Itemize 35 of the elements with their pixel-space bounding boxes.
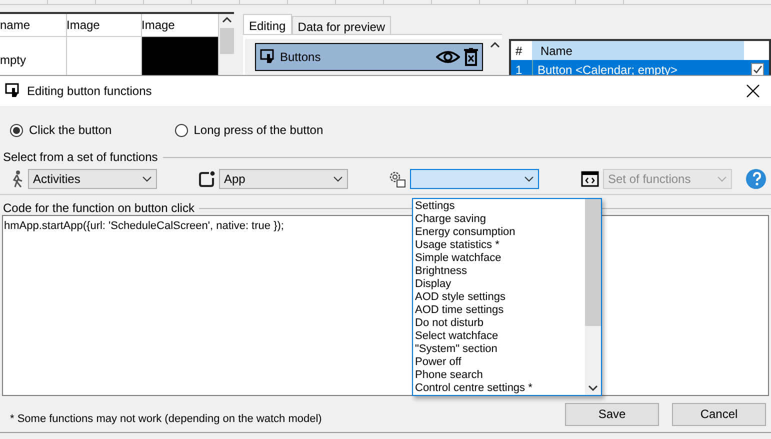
window-title: Editing button functions: [27, 84, 153, 98]
cancel-button[interactable]: Cancel: [672, 402, 766, 426]
list-item[interactable]: AOD style settings: [413, 291, 585, 304]
tab[interactable]: Data for preview: [292, 16, 392, 34]
row-number: 1: [514, 62, 524, 76]
group-title: Select from a set of functions: [2, 150, 158, 164]
column-header: #: [514, 44, 524, 58]
dropdown: Set of functions: [603, 169, 732, 189]
save-button[interactable]: Save: [565, 402, 659, 426]
list-item[interactable]: Energy consumption: [413, 226, 585, 239]
footnote: * Some functions may not work (depending on the watch model): [10, 412, 323, 425]
list-item[interactable]: AOD time settings: [413, 304, 585, 317]
list-item[interactable]: Do not disturb: [413, 317, 585, 330]
list-item[interactable]: Control centre settings *: [413, 382, 585, 395]
list-item[interactable]: Display: [413, 278, 585, 291]
list-item[interactable]: "System" section: [413, 343, 585, 356]
list-item[interactable]: Charge saving: [413, 213, 585, 226]
tab[interactable]: Editing: [243, 14, 292, 34]
list-item[interactable]: Select watchface: [413, 330, 585, 343]
dropdown[interactable]: App: [219, 169, 348, 189]
list-item[interactable]: Brightness: [413, 265, 585, 278]
list-item[interactable]: Usage statistics *: [413, 239, 585, 252]
radio-option[interactable]: Long press of the button: [174, 123, 324, 137]
dropdown[interactable]: Activities: [28, 169, 157, 189]
column-header: Image: [66, 14, 141, 37]
column-header: name: [0, 14, 66, 37]
list-item[interactable]: Phone search: [413, 369, 585, 382]
list-item[interactable]: Settings: [413, 200, 585, 213]
element-label: Buttons: [280, 50, 322, 64]
column-header: Name: [532, 41, 744, 60]
element-item[interactable]: Buttons: [255, 43, 484, 71]
list-item[interactable]: Simple watchface: [413, 252, 585, 265]
list-item[interactable]: Power off: [413, 356, 585, 369]
group-title: Code for the function on button click: [2, 201, 194, 215]
radio-option[interactable]: Click the button: [10, 123, 112, 137]
